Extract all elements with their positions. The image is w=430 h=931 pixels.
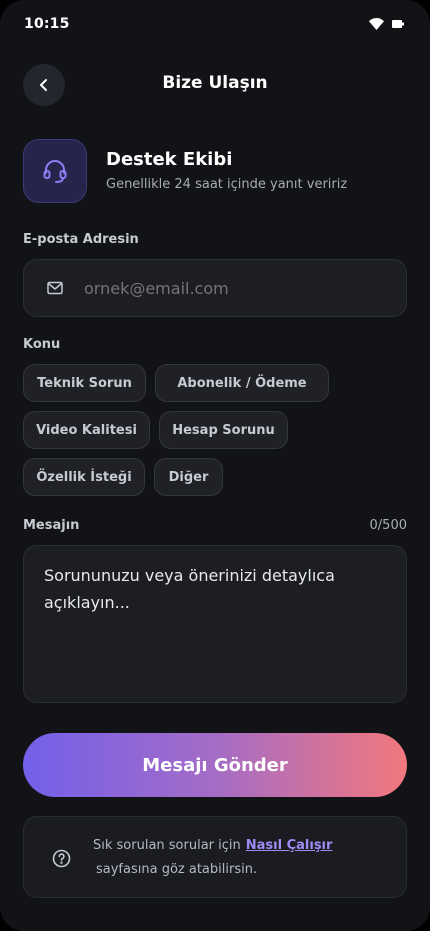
faq-card: Sık sorulan sorular için Nasıl Çalışır sa…	[23, 816, 407, 898]
support-title: Destek Ekibi	[106, 149, 233, 170]
subject-label: Konu	[23, 337, 61, 352]
send-message-button[interactable]: Mesajı Gönder	[23, 733, 407, 797]
subject-chip-other[interactable]: Diğer	[154, 458, 223, 496]
subject-chip-feature-request[interactable]: Özellik İsteği	[23, 458, 145, 496]
message-label: Mesajın	[23, 518, 80, 533]
support-subtitle: Genellikle 24 saat içinde yanıt veririz	[106, 177, 348, 192]
message-box[interactable]	[23, 545, 407, 703]
how-it-works-link[interactable]: Nasıl Çalışır	[246, 838, 333, 853]
page-title: Bize Ulaşın	[162, 73, 268, 93]
mail-icon	[46, 279, 64, 297]
faq-text-line1: Sık sorulan sorular için Nasıl Çalışır	[93, 838, 332, 853]
subject-chip-account[interactable]: Hesap Sorunu	[159, 411, 288, 449]
wifi-icon	[369, 18, 384, 30]
status-icons	[369, 18, 404, 30]
battery-icon	[392, 18, 404, 30]
faq-text-before: Sık sorulan sorular için	[93, 838, 241, 853]
subject-chip-subscription[interactable]: Abonelik / Ödeme	[155, 364, 329, 402]
contact-screen: 10:15 Bize Ulaşın Destek Ekibi Genellikl…	[0, 0, 430, 931]
faq-text-after: sayfasına göz atabilirsin.	[96, 862, 258, 877]
support-icon-box	[23, 139, 87, 203]
subject-chip-technical[interactable]: Teknik Sorun	[23, 364, 146, 402]
status-time: 10:15	[24, 16, 70, 32]
email-input[interactable]	[84, 278, 374, 298]
subject-chip-video-quality[interactable]: Video Kalitesi	[23, 411, 150, 449]
email-label: E-posta Adresin	[23, 232, 139, 247]
email-field[interactable]	[23, 259, 407, 317]
character-counter: 0/500	[369, 518, 407, 533]
headset-icon	[41, 157, 69, 185]
help-circle-icon	[52, 849, 71, 868]
message-textarea[interactable]	[24, 546, 406, 702]
